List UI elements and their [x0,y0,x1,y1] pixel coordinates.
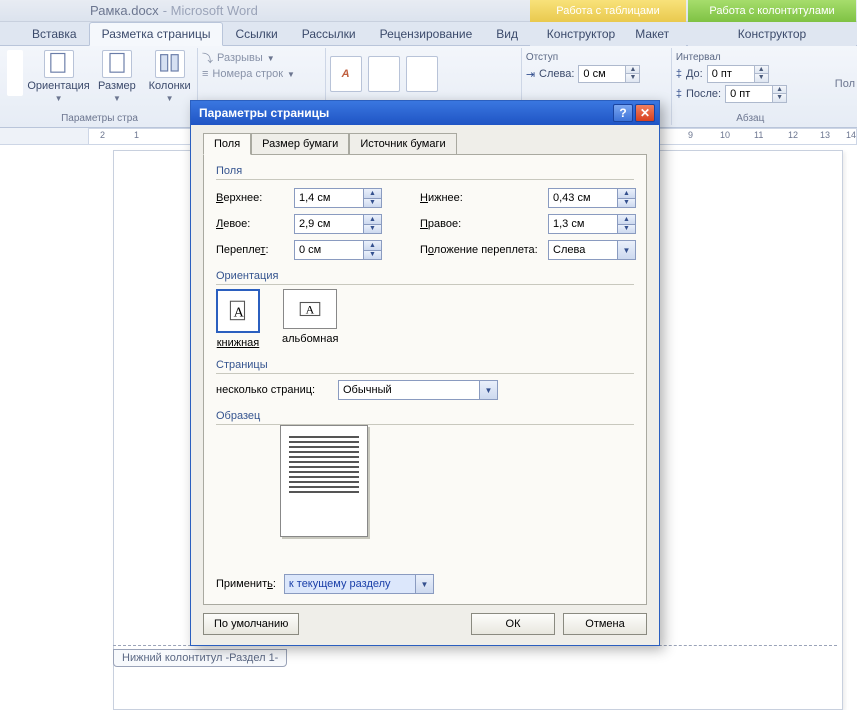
margin-bottom-input[interactable]: ▲▼ [548,188,636,208]
dialog-tab-paper-size[interactable]: Размер бумаги [251,133,349,155]
app-name: - Microsoft Word [163,3,258,18]
margin-right-input[interactable]: ▲▼ [548,214,636,234]
tab-table-design[interactable]: Конструктор [547,27,615,41]
size-button[interactable]: Размер ▼ [94,50,141,103]
spacing-before-input[interactable]: ▲▼ [707,65,769,83]
help-button[interactable]: ? [613,104,633,122]
context-group-tables-label: Работа с таблицами [530,0,686,22]
page-size-icon [102,50,132,78]
indent-left-input[interactable]: ▲▼ [578,65,640,83]
section-orientation-label: Ориентация [216,270,278,282]
page-borders-icon[interactable] [406,56,438,92]
chevron-down-icon[interactable]: ▼ [617,241,635,259]
columns-icon [155,50,185,78]
section-pages-label: Страницы [216,359,268,371]
section-preview-label: Образец [216,410,260,422]
tab-insert[interactable]: Вставка [20,23,89,45]
indent-left-label: Слева: [539,68,574,80]
watermark-icon[interactable]: A [330,56,362,92]
close-button[interactable]: ✕ [635,104,655,122]
dialog-tab-paper-source[interactable]: Источник бумаги [349,133,456,155]
page-color-icon[interactable] [368,56,400,92]
gutter-input[interactable]: ▲▼ [294,240,382,260]
default-button[interactable]: По умолчанию [203,613,299,635]
spin-up-icon[interactable]: ▲ [625,66,639,74]
gutter-position-combo[interactable]: Слева▼ [548,240,636,260]
spacing-heading: Интервал [676,52,825,63]
tab-header-design[interactable]: Конструктор [738,27,806,41]
margin-top-label: Верхнее: [216,192,286,204]
multiple-pages-label: несколько страниц: [216,384,328,396]
tab-mailings[interactable]: Рассылки [290,23,368,45]
group-label-paragraph: Абзац [676,112,825,125]
multiple-pages-combo[interactable]: Обычный▼ [338,380,498,400]
margin-bottom-label: Нижнее: [400,192,540,204]
spacing-after-input[interactable]: ▲▼ [725,85,787,103]
orientation-landscape[interactable]: A альбомная [282,289,338,349]
document-name: Рамка.docx [90,3,159,18]
truncated-label: Пол [829,48,855,125]
margin-left-input[interactable]: ▲▼ [294,214,382,234]
group-label-page-setup: Параметры стра [6,112,193,125]
svg-text:A: A [306,302,315,316]
line-numbers-menu[interactable]: ≡Номера строк▼ [202,68,295,80]
spin-down-icon[interactable]: ▼ [625,74,639,82]
tab-page-layout[interactable]: Разметка страницы [89,22,224,46]
gutter-position-label: Положение переплета: [400,244,540,256]
orientation-icon [44,50,74,78]
chevron-down-icon[interactable]: ▼ [479,381,497,399]
chevron-down-icon: ▼ [113,94,121,103]
apply-to-combo[interactable]: к текущему разделу▼ [284,574,434,594]
dialog-tabs: Поля Размер бумаги Источник бумаги [203,133,647,155]
orientation-button[interactable]: Ориентация ▼ [30,50,88,103]
tab-view[interactable]: Вид [484,23,530,45]
breaks-menu[interactable]: ⤵Разрывы▼ [202,50,295,66]
gutter-label: Переплет: [216,244,286,256]
cancel-button[interactable]: Отмена [563,613,647,635]
context-group-headers: Работа с колонтитулами Конструктор [688,0,856,46]
footer-section-tab[interactable]: Нижний колонтитул -Раздел 1- [113,649,287,667]
context-group-headers-label: Работа с колонтитулами [688,0,856,22]
tab-links[interactable]: Ссылки [223,23,289,45]
tab-review[interactable]: Рецензирование [368,23,485,45]
tab-table-layout[interactable]: Макет [635,27,669,41]
spacing-before-label: До: [686,68,703,80]
dialog-tab-fields[interactable]: Поля [203,133,251,155]
spacing-after-label: После: [686,88,721,100]
apply-to-label: Применить: [216,578,276,590]
page-setup-dialog: Параметры страницы ? ✕ Поля Размер бумаг… [190,100,660,646]
ok-button[interactable]: ОК [471,613,555,635]
portrait-icon: A [216,289,260,333]
preview-thumbnail [280,425,368,537]
chevron-down-icon[interactable]: ▼ [415,575,433,593]
section-fields-label: Поля [216,165,242,177]
orientation-portrait[interactable]: A книжная [216,289,260,349]
margin-left-label: Левое: [216,218,286,230]
svg-text:A: A [234,304,245,320]
indent-heading: Отступ [526,52,667,63]
columns-button[interactable]: Колонки ▼ [146,50,193,103]
chevron-down-icon: ▼ [166,94,174,103]
dialog-title: Параметры страницы [199,106,329,120]
context-group-tables: Работа с таблицами Конструктор Макет [530,0,686,46]
landscape-icon: A [283,289,337,329]
margin-top-input[interactable]: ▲▼ [294,188,382,208]
chevron-down-icon: ▼ [55,94,63,103]
margin-right-label: Правое: [400,218,540,230]
dialog-titlebar[interactable]: Параметры страницы ? ✕ [191,101,659,125]
